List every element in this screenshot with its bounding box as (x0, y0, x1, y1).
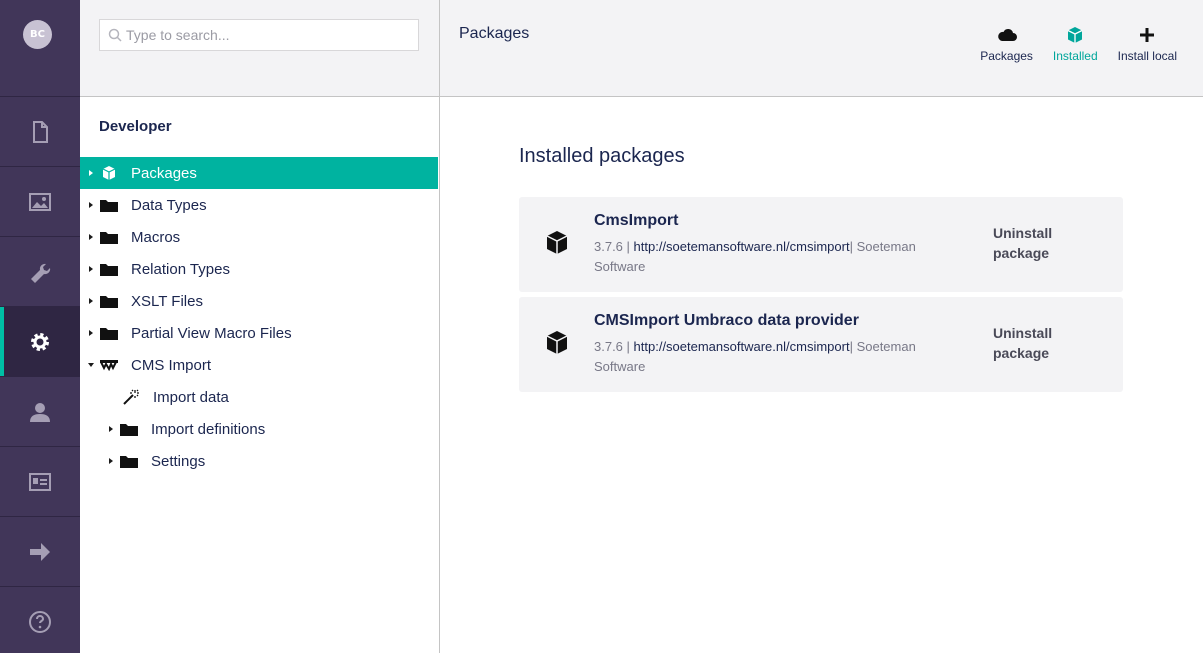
rail-item-content[interactable] (0, 96, 80, 166)
folder-icon (100, 261, 118, 277)
tab-packages[interactable]: Packages (970, 26, 1043, 63)
tab-install-local[interactable]: Install local (1108, 26, 1187, 63)
package-card: CmsImport 3.7.6 | http://soetemansoftwar… (519, 197, 1123, 292)
tree-node-macros[interactable]: Macros (80, 221, 438, 253)
rail-item-forms[interactable] (0, 516, 80, 586)
document-icon (33, 120, 48, 143)
id-card-icon (29, 472, 51, 491)
package-meta: 3.7.6 | http://soetemansoftware.nl/cmsim… (594, 339, 916, 374)
rail-item-developer[interactable] (0, 306, 80, 376)
plus-icon (1140, 28, 1155, 42)
tree-node-label: XSLT Files (131, 292, 203, 310)
caret-right-icon[interactable] (87, 297, 95, 305)
main-content: Installed packages CmsImport 3.7.6 | htt… (440, 97, 1203, 653)
arrow-right-icon (30, 542, 50, 561)
caret-right-icon[interactable] (87, 169, 95, 177)
tab-label: Installed (1052, 49, 1098, 63)
caret-right-icon[interactable] (107, 457, 115, 465)
package-url[interactable]: http://soetemansoftware.nl/cmsimport (634, 239, 850, 254)
tab-label: Packages (980, 49, 1033, 63)
caret-right-icon[interactable] (87, 265, 95, 273)
image-icon (29, 192, 51, 211)
tree-header (80, 0, 439, 97)
cloud-icon (997, 28, 1017, 41)
help-icon (29, 610, 51, 633)
package-url[interactable]: http://soetemansoftware.nl/cmsimport (634, 339, 850, 354)
folder-icon (100, 197, 118, 213)
header-tabs: Packages Installed Install local (970, 26, 1187, 63)
tree-node-data-types[interactable]: Data Types (80, 189, 438, 221)
package-icon (546, 231, 568, 254)
page-title: Packages (459, 25, 530, 42)
rail-item-users[interactable] (0, 376, 80, 446)
tree-node-import-data[interactable]: Import data (80, 381, 438, 413)
caret-right-icon[interactable] (87, 201, 95, 209)
caret-right-icon[interactable] (87, 329, 95, 337)
rail-item-media[interactable] (0, 166, 80, 236)
package-name: CMSImport Umbraco data provider (594, 312, 859, 329)
tab-installed[interactable]: Installed (1043, 26, 1108, 63)
tree-node-label: Partial View Macro Files (131, 324, 292, 342)
rail-item-settings[interactable] (0, 236, 80, 306)
cmsimport-logo-icon (100, 357, 118, 373)
package-name: CmsImport (594, 212, 679, 229)
caret-down-icon[interactable] (87, 361, 95, 369)
package-card: CMSImport Umbraco data provider 3.7.6 | … (519, 297, 1123, 392)
search-icon (108, 28, 122, 42)
tree-section-title: Developer (99, 118, 172, 135)
folder-icon (100, 293, 118, 309)
magic-wand-icon (122, 389, 140, 405)
tree-node-label: Packages (131, 164, 197, 182)
package-version: 3.7.6 (594, 239, 623, 254)
caret-right-icon[interactable] (107, 425, 115, 433)
tree-node-label: CMS Import (131, 356, 212, 374)
rail-item-help[interactable] (0, 586, 80, 656)
tab-label: Install local (1117, 49, 1177, 63)
folder-icon (120, 453, 138, 469)
user-icon (30, 402, 50, 422)
tree-node-cms-import[interactable]: CMS Import (80, 349, 438, 381)
package-icon (546, 331, 568, 354)
package-meta: 3.7.6 | http://soetemansoftware.nl/cmsim… (594, 239, 916, 274)
folder-icon (100, 229, 118, 245)
rail-item-members[interactable] (0, 446, 80, 516)
tree-node-label: Relation Types (131, 260, 230, 278)
avatar[interactable]: BC (23, 20, 52, 49)
package-icon (100, 165, 118, 181)
tree-node-label: Import data (153, 388, 229, 406)
search-input[interactable] (126, 27, 406, 43)
wrench-icon (31, 263, 51, 283)
tree-node-xslt-files[interactable]: XSLT Files (80, 285, 438, 317)
tree-node-settings[interactable]: Settings (80, 445, 438, 477)
search-box[interactable] (99, 19, 419, 51)
tree-node-import-definitions[interactable]: Import definitions (80, 413, 438, 445)
folder-icon (100, 325, 118, 341)
gear-icon (31, 332, 49, 351)
uninstall-button[interactable]: Uninstall package (993, 223, 1073, 263)
tree-panel: Developer Packages Data Types Macros Rel… (80, 0, 440, 653)
tree-node-relation-types[interactable]: Relation Types (80, 253, 438, 285)
tree-node-label: Data Types (131, 196, 207, 214)
main-header: Packages Packages Installed Install loca… (440, 0, 1203, 97)
tree-node-partial-view-macro-files[interactable]: Partial View Macro Files (80, 317, 438, 349)
tree-node-label: Import definitions (151, 420, 266, 438)
tree-node-label: Settings (151, 452, 206, 470)
section-rail: BC (0, 0, 80, 653)
uninstall-button[interactable]: Uninstall package (993, 323, 1073, 363)
package-icon (1067, 27, 1083, 43)
folder-icon (120, 421, 138, 437)
section-title: Installed packages (519, 145, 685, 167)
caret-right-icon[interactable] (87, 233, 95, 241)
package-version: 3.7.6 (594, 339, 623, 354)
tree-node-label: Macros (131, 228, 181, 246)
tree-node-packages[interactable]: Packages (80, 157, 438, 189)
